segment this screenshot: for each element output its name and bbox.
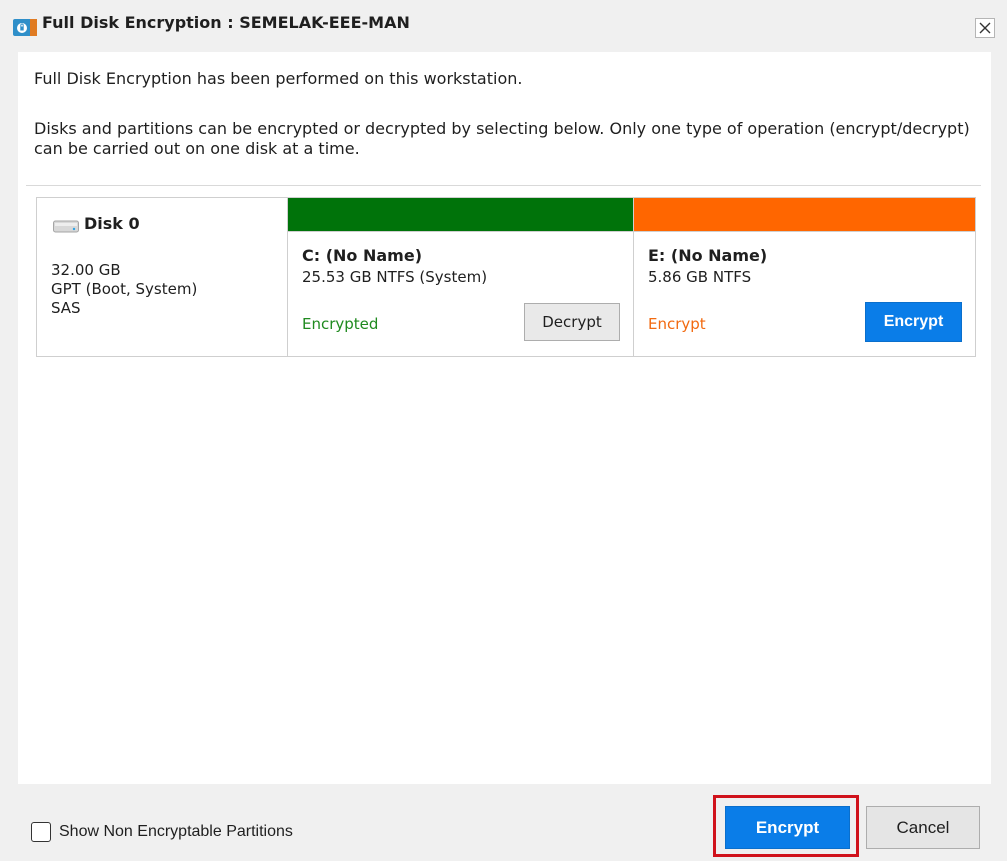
lock-app-icon	[13, 19, 37, 36]
disk-list: Disk 0 32.00 GB GPT (Boot, System) SAS C…	[26, 185, 981, 783]
content-panel: Full Disk Encryption has been performed …	[18, 52, 991, 784]
partition-e-name: E: (No Name)	[648, 246, 768, 265]
info-text: Disks and partitions can be encrypted or…	[34, 119, 970, 158]
partition-e-card: E: (No Name) 5.86 GB NTFS Encrypt Encryp…	[634, 198, 975, 356]
footer: Show Non Encryptable Partitions Encrypt …	[0, 784, 1007, 861]
full-disk-encryption-dialog: Full Disk Encryption : SEMELAK-EEE-MAN F…	[0, 0, 1007, 861]
intro-text: Full Disk Encryption has been performed …	[34, 69, 523, 88]
hard-drive-icon	[53, 220, 79, 233]
show-non-encryptable-checkbox[interactable]	[31, 822, 51, 842]
partition-divider	[634, 231, 975, 232]
partition-c-card: C: (No Name) 25.53 GB NTFS (System) Encr…	[288, 198, 634, 356]
disk-info-card: Disk 0 32.00 GB GPT (Boot, System) SAS	[37, 198, 288, 356]
disk-bus: SAS	[51, 299, 81, 317]
close-button[interactable]	[975, 18, 995, 38]
close-icon	[979, 22, 991, 34]
title-bar: Full Disk Encryption : SEMELAK-EEE-MAN	[0, 0, 1007, 52]
partition-encrypt-button[interactable]: Encrypt	[865, 302, 962, 342]
partition-c-status-bar	[288, 198, 633, 231]
disk-partition-style: GPT (Boot, System)	[51, 280, 198, 298]
window-title: Full Disk Encryption : SEMELAK-EEE-MAN	[42, 13, 410, 32]
partition-c-name: C: (No Name)	[302, 246, 422, 265]
partition-c-size: 25.53 GB NTFS (System)	[302, 268, 488, 286]
disk-row: Disk 0 32.00 GB GPT (Boot, System) SAS C…	[36, 197, 976, 357]
partition-e-size: 5.86 GB NTFS	[648, 268, 752, 286]
partition-e-status-bar	[634, 198, 975, 231]
disk-size: 32.00 GB	[51, 261, 121, 279]
partition-divider	[288, 231, 633, 232]
decrypt-button[interactable]: Decrypt	[524, 303, 620, 341]
cancel-button[interactable]: Cancel	[866, 806, 980, 849]
partition-e-status: Encrypt	[648, 315, 706, 333]
show-non-encryptable-label[interactable]: Show Non Encryptable Partitions	[59, 823, 293, 841]
encrypt-button[interactable]: Encrypt	[725, 806, 850, 849]
disk-name: Disk 0	[84, 214, 140, 233]
partition-c-status: Encrypted	[302, 315, 379, 333]
